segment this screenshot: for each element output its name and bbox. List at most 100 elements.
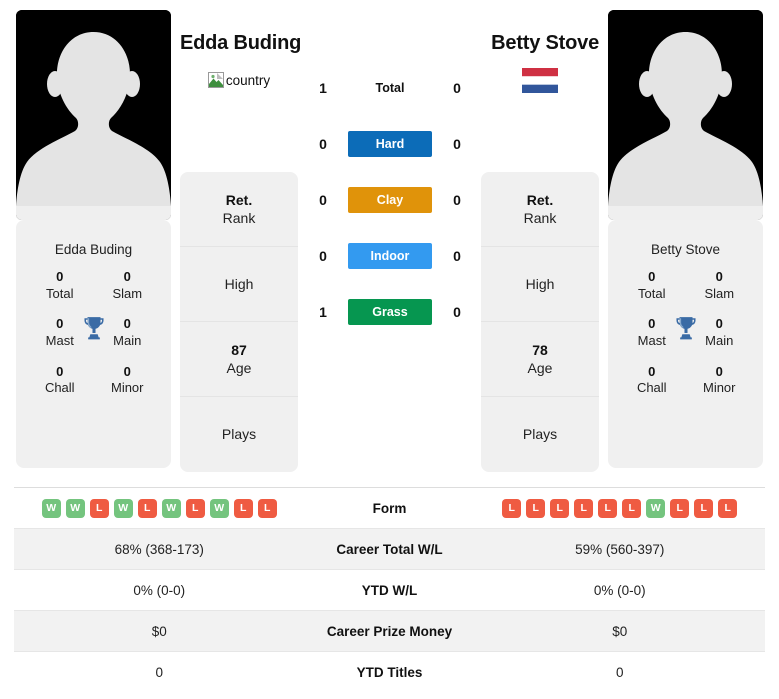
titles-grid: 0 Total 0 Slam 0 Mast 0 Main 0 Chall 0 M… xyxy=(16,263,171,397)
title-label: Slam xyxy=(704,285,735,301)
stats-value-left: 0% (0-0) xyxy=(133,582,186,598)
title-label: Slam xyxy=(112,285,143,301)
stats-value-right: 0 xyxy=(615,665,624,680)
form-badge-win: W xyxy=(646,498,666,518)
country-flag-left: country xyxy=(180,66,298,94)
stats-value-right: 0% (0-0) xyxy=(593,582,646,598)
form-cell-left: WWLWLWLWLL xyxy=(14,498,305,518)
form-badge-loss: L xyxy=(502,498,522,518)
info-row-age: 78 Age xyxy=(481,322,599,397)
info-label: High xyxy=(525,275,555,292)
info-row-rank: Ret. Rank xyxy=(481,172,599,247)
title-cell-slam: 0 Slam xyxy=(686,269,754,302)
player-card-name: Betty Stove xyxy=(650,242,721,257)
surface-badge-clay: Clay xyxy=(348,187,432,213)
info-row-high: High xyxy=(180,247,298,322)
stats-value-left: $0 xyxy=(151,623,167,639)
head-to-head-column: 1 Total 0 0 Hard 0 0 Clay 0 0 Indoor 0 1 xyxy=(300,60,480,340)
info-label: High xyxy=(224,275,254,292)
info-label: Age xyxy=(226,360,252,376)
title-cell-minor: 0 Minor xyxy=(686,364,754,397)
title-label: Total xyxy=(638,285,666,301)
info-value: 87 xyxy=(231,341,247,358)
country-flag-right xyxy=(481,66,599,94)
stats-value-left: 0 xyxy=(155,665,163,680)
info-label: Rank xyxy=(523,210,557,226)
stats-value-left: 68% (368-173) xyxy=(114,541,204,557)
stats-row-ytd-wl: 0% (0-0) YTD W/L 0% (0-0) xyxy=(14,570,765,611)
title-count: 0 xyxy=(648,269,656,284)
form-badge-loss: L xyxy=(233,498,253,518)
player-titles-card-left: Edda Buding 0 Total 0 Slam 0 Mast 0 Main xyxy=(16,220,171,468)
info-label: Rank xyxy=(222,210,256,226)
stats-row-ytd-titles: 0 YTD Titles 0 xyxy=(14,652,765,693)
stats-row-label: YTD W/L xyxy=(361,582,418,598)
h2h-left-score: 0 xyxy=(319,136,327,152)
form-badge-win: W xyxy=(65,498,85,518)
title-count: 0 xyxy=(56,363,64,379)
h2h-row-clay: 0 Clay 0 xyxy=(300,172,480,228)
title-cell-chall: 0 Chall xyxy=(26,364,94,397)
form-cell-right: LLLLLLWLLL xyxy=(475,498,766,518)
h2h-right-score: 0 xyxy=(453,80,461,96)
form-badge-win: W xyxy=(113,498,133,518)
stats-row-form: WWLWLWLWLL Form LLLLLLWLLL xyxy=(14,488,765,529)
player-info-card-left: Ret. Rank High 87 Age Plays xyxy=(180,172,298,472)
info-label: Plays xyxy=(522,426,558,443)
surface-badge-hard: Hard xyxy=(348,131,432,157)
player-name-right: Betty Stove xyxy=(491,32,599,54)
h2h-row-hard: 0 Hard 0 xyxy=(300,116,480,172)
stats-value-right: $0 xyxy=(612,623,628,639)
info-row-plays: Plays xyxy=(180,397,298,472)
stats-row-career-prize-money: $0 Career Prize Money $0 xyxy=(14,611,765,652)
h2h-left-score: 1 xyxy=(319,80,327,96)
info-row-age: 87 Age xyxy=(180,322,298,397)
form-badge-loss: L xyxy=(670,498,690,518)
player-comparison-page: Edda Buding Betty Stove country 1 Total … xyxy=(0,0,779,699)
info-row-rank: Ret. Rank xyxy=(180,172,298,247)
player-info-card-right: Ret. Rank High 78 Age Plays xyxy=(481,172,599,472)
form-badge-win: W xyxy=(209,498,229,518)
h2h-left-score: 0 xyxy=(319,192,327,208)
form-strip-right: LLLLLLWLLL xyxy=(502,498,738,518)
h2h-row-grass: 1 Grass 0 xyxy=(300,284,480,340)
form-badge-loss: L xyxy=(137,498,157,518)
info-label: Age xyxy=(527,360,553,376)
title-count: 0 xyxy=(648,363,656,379)
info-value: Ret. xyxy=(225,191,253,208)
h2h-right-score: 0 xyxy=(453,248,461,264)
title-cell-minor: 0 Minor xyxy=(94,364,162,397)
h2h-right-score: 0 xyxy=(453,192,461,208)
info-row-high: High xyxy=(481,247,599,322)
h2h-left-score: 1 xyxy=(319,304,327,320)
title-count: 0 xyxy=(123,269,131,284)
h2h-left-score: 0 xyxy=(319,248,327,264)
stats-value-right: 59% (560-397) xyxy=(575,541,665,557)
form-badge-loss: L xyxy=(526,498,546,518)
form-badge-loss: L xyxy=(574,498,594,518)
title-count: 0 xyxy=(56,269,64,284)
stats-row-label: YTD Titles xyxy=(356,665,423,680)
form-badge-loss: L xyxy=(694,498,714,518)
trophy-icon xyxy=(673,315,699,341)
form-badge-loss: L xyxy=(550,498,570,518)
title-cell-chall: 0 Chall xyxy=(618,364,686,397)
surface-badge-indoor: Indoor xyxy=(348,243,432,269)
surface-badge-grass: Grass xyxy=(348,299,432,325)
comparison-stats-table: WWLWLWLWLL Form LLLLLLWLLL 68% (368-173)… xyxy=(14,487,765,693)
stats-row-career-total-wl: 68% (368-173) Career Total W/L 59% (560-… xyxy=(14,529,765,570)
broken-image-alt-text: country xyxy=(225,72,271,88)
title-label: Chall xyxy=(44,380,75,396)
title-label: Minor xyxy=(702,380,736,396)
form-badge-loss: L xyxy=(185,498,205,518)
h2h-row-total: 1 Total 0 xyxy=(300,60,480,116)
h2h-right-score: 0 xyxy=(453,304,461,320)
stats-row-label: Career Total W/L xyxy=(336,541,443,557)
stats-row-label: Form xyxy=(372,500,407,516)
player-avatar-left xyxy=(16,10,171,220)
title-cell-slam: 0 Slam xyxy=(94,269,162,302)
titles-grid: 0 Total 0 Slam 0 Mast 0 Main 0 Chall 0 M… xyxy=(608,263,763,397)
info-label: Plays xyxy=(221,426,257,443)
title-count: 0 xyxy=(715,269,723,284)
stats-row-label: Career Prize Money xyxy=(326,623,453,639)
